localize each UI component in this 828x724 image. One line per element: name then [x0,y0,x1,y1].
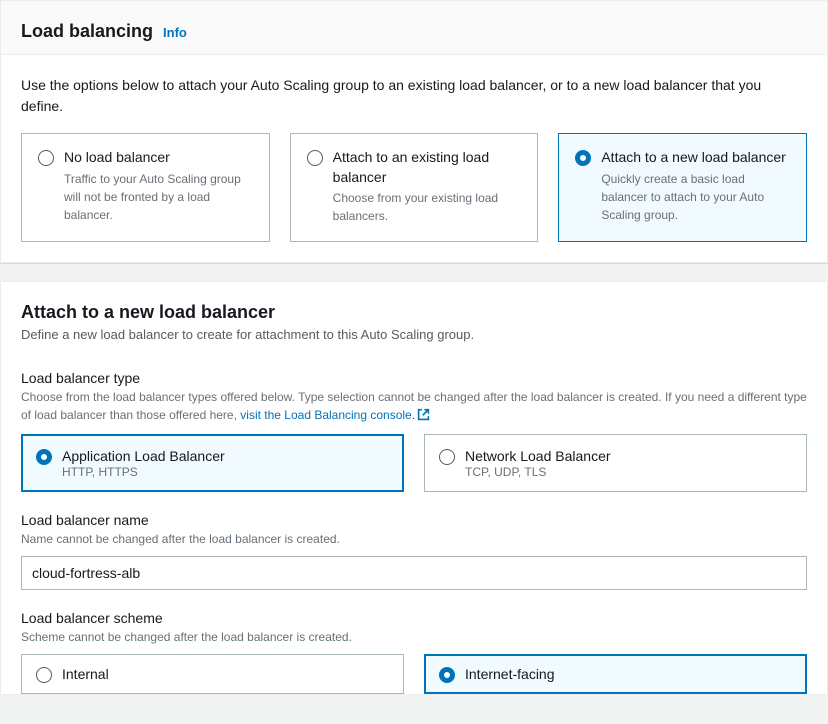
field-label: Load balancer scheme [21,610,807,626]
scheme-label: Internet-facing [465,666,555,682]
option-title: Attach to an existing load balancer [333,148,522,187]
scheme-internal[interactable]: Internal [21,654,404,694]
option-new-load-balancer[interactable]: Attach to a new load balancer Quickly cr… [558,133,807,242]
lb-type-field: Load balancer type Choose from the load … [1,370,827,512]
radio-icon [36,449,52,465]
info-link[interactable]: Info [163,25,187,40]
radio-icon [575,150,591,166]
new-load-balancer-panel: Attach to a new load balancer Define a n… [0,281,828,695]
intro-text: Use the options below to attach your Aut… [21,75,807,117]
option-desc: Traffic to your Auto Scaling group will … [64,170,253,224]
lb-type-sub: HTTP, HTTPS [62,465,225,479]
option-title: Attach to a new load balancer [601,148,790,168]
option-desc: Choose from your existing load balancers… [333,189,522,225]
scheme-row: Internal Internet-facing [21,654,807,694]
field-label: Load balancer name [21,512,807,528]
option-no-load-balancer[interactable]: No load balancer Traffic to your Auto Sc… [21,133,270,242]
lb-type-network[interactable]: Network Load Balancer TCP, UDP, TLS [424,434,807,492]
lb-console-link[interactable]: visit the Load Balancing console. [240,408,430,422]
panel-title: Load balancing [21,21,153,42]
lb-type-application[interactable]: Application Load Balancer HTTP, HTTPS [21,434,404,492]
lb-type-row: Application Load Balancer HTTP, HTTPS Ne… [21,434,807,492]
scheme-label: Internal [62,666,109,682]
lb-type-title: Network Load Balancer [465,447,611,465]
panel-header: Load balancing Info [1,1,827,55]
lb-name-input[interactable] [21,556,807,590]
lb-type-title: Application Load Balancer [62,447,225,465]
radio-icon [439,449,455,465]
radio-icon [307,150,323,166]
lb-name-field: Load balancer name Name cannot be change… [1,512,827,610]
field-help: Name cannot be changed after the load ba… [21,530,807,548]
radio-icon [38,150,54,166]
option-title: No load balancer [64,148,253,168]
new-lb-header: Attach to a new load balancer Define a n… [1,282,827,342]
radio-icon [439,667,455,683]
field-label: Load balancer type [21,370,807,386]
field-help: Scheme cannot be changed after the load … [21,628,807,646]
external-link-icon [417,408,430,426]
panel-body: Use the options below to attach your Aut… [1,55,827,262]
attach-option-row: No load balancer Traffic to your Auto Sc… [21,133,807,242]
section-subtitle: Define a new load balancer to create for… [21,327,807,342]
option-desc: Quickly create a basic load balancer to … [601,170,790,224]
lb-scheme-field: Load balancer scheme Scheme cannot be ch… [1,610,827,694]
option-existing-load-balancer[interactable]: Attach to an existing load balancer Choo… [290,133,539,242]
load-balancing-panel: Load balancing Info Use the options belo… [0,0,828,263]
radio-icon [36,667,52,683]
lb-type-sub: TCP, UDP, TLS [465,465,611,479]
section-title: Attach to a new load balancer [21,302,807,323]
scheme-internet-facing[interactable]: Internet-facing [424,654,807,694]
panel-divider [0,263,828,281]
field-help: Choose from the load balancer types offe… [21,388,807,426]
